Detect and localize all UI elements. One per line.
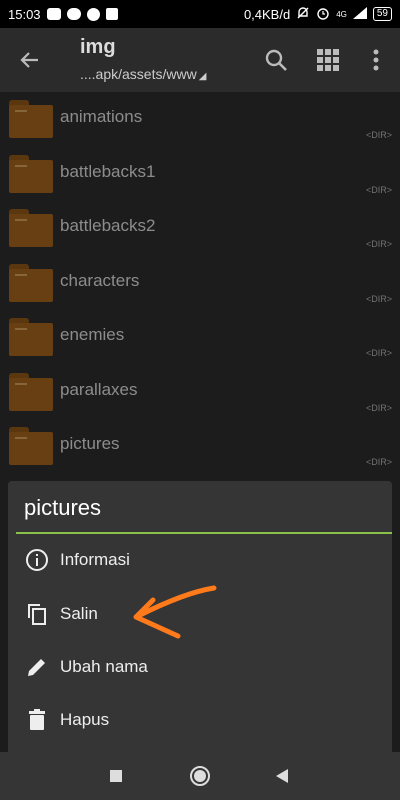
- menu-item-hapus[interactable]: Hapus: [8, 694, 392, 746]
- folder-title: img: [80, 36, 116, 58]
- navigation-bar: [0, 752, 400, 800]
- silent-icon: [296, 6, 310, 23]
- chat-notification-icon: [66, 8, 81, 20]
- path-dropdown[interactable]: ....apk/assets/www ◢: [80, 66, 206, 82]
- recents-button[interactable]: [104, 764, 128, 788]
- grid-view-icon[interactable]: [312, 44, 344, 76]
- current-path: ....apk/assets/www: [80, 66, 197, 82]
- more-vert-icon[interactable]: [360, 44, 392, 76]
- copy-icon: [24, 601, 50, 627]
- network-speed: 0,4KB/d: [243, 6, 291, 22]
- alarm-icon: [316, 6, 330, 23]
- delete-trash-icon: [24, 707, 50, 733]
- menu-item-ubah-nama[interactable]: Ubah nama: [8, 641, 392, 693]
- edit-pencil-icon: [24, 654, 50, 680]
- home-button[interactable]: [188, 764, 212, 788]
- signal-icon: 4G: [336, 9, 347, 19]
- dropdown-triangle-icon: ◢: [198, 71, 207, 82]
- back-nav-button[interactable]: [270, 764, 294, 788]
- back-arrow-icon[interactable]: [16, 46, 44, 74]
- info-icon: [24, 547, 50, 573]
- menu-label: Hapus: [60, 710, 110, 729]
- menu-label: Salin: [60, 604, 98, 623]
- facebook-icon: [105, 8, 118, 20]
- context-menu-title: pictures: [24, 495, 102, 520]
- menu-item-informasi[interactable]: Informasi: [8, 534, 392, 586]
- search-icon[interactable]: [260, 44, 292, 76]
- whatsapp-icon: [86, 7, 100, 21]
- status-bar: 15:03 0,4KB/d 4G 59: [0, 0, 400, 28]
- status-time: 15:03: [8, 6, 41, 22]
- cell-signal-bars-icon: [352, 6, 367, 22]
- app-toolbar: img ....apk/assets/www ◢: [0, 28, 400, 92]
- menu-item-salin[interactable]: Salin: [8, 588, 392, 640]
- message-notification-icon: [46, 8, 61, 20]
- menu-label: Ubah nama: [60, 657, 148, 676]
- menu-label: Informasi: [60, 550, 130, 569]
- battery-indicator: 59: [372, 7, 392, 21]
